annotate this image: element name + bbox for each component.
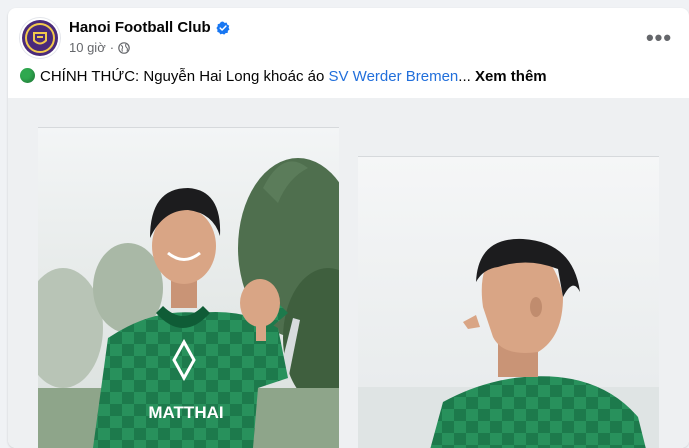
post-message: CHÍNH THỨC: Nguyễn Hai Long khoác áo SV … xyxy=(20,67,677,87)
post-header: Hanoi Football Club 10 giờ · ••• xyxy=(20,18,677,60)
post-media: MATTHAI xyxy=(8,98,689,448)
player-profile-image xyxy=(358,157,659,448)
post-text-prefix: CHÍNH THỨC: Nguyễn Hai Long khoác áo xyxy=(40,68,329,85)
see-more-link[interactable]: Xem thêm xyxy=(475,68,547,85)
meta-separator: · xyxy=(109,40,115,55)
club-crest-icon xyxy=(22,20,58,56)
green-circle-icon xyxy=(20,68,35,83)
player-pointing-photo[interactable]: MATTHAI xyxy=(38,127,339,448)
post-timestamp[interactable]: 10 giờ xyxy=(69,40,106,55)
verified-badge-icon xyxy=(216,21,230,35)
post-meta: 10 giờ · xyxy=(69,40,130,55)
more-options-button[interactable]: ••• xyxy=(641,20,677,56)
name-row: Hanoi Football Club xyxy=(69,19,230,36)
team-link[interactable]: SV Werder Bremen xyxy=(329,68,459,85)
globe-icon[interactable] xyxy=(118,41,130,54)
player-profile-photo[interactable] xyxy=(358,156,659,448)
post-text-ellipsis: ... xyxy=(458,68,475,85)
jersey-sponsor-text: MATTHAI xyxy=(148,403,223,422)
page-name[interactable]: Hanoi Football Club xyxy=(69,19,211,36)
club-avatar[interactable] xyxy=(20,18,60,58)
player-pointing-image: MATTHAI xyxy=(38,128,339,448)
post-card: Hanoi Football Club 10 giờ · ••• CHÍNH T… xyxy=(8,8,689,448)
more-options-icon: ••• xyxy=(645,25,673,50)
